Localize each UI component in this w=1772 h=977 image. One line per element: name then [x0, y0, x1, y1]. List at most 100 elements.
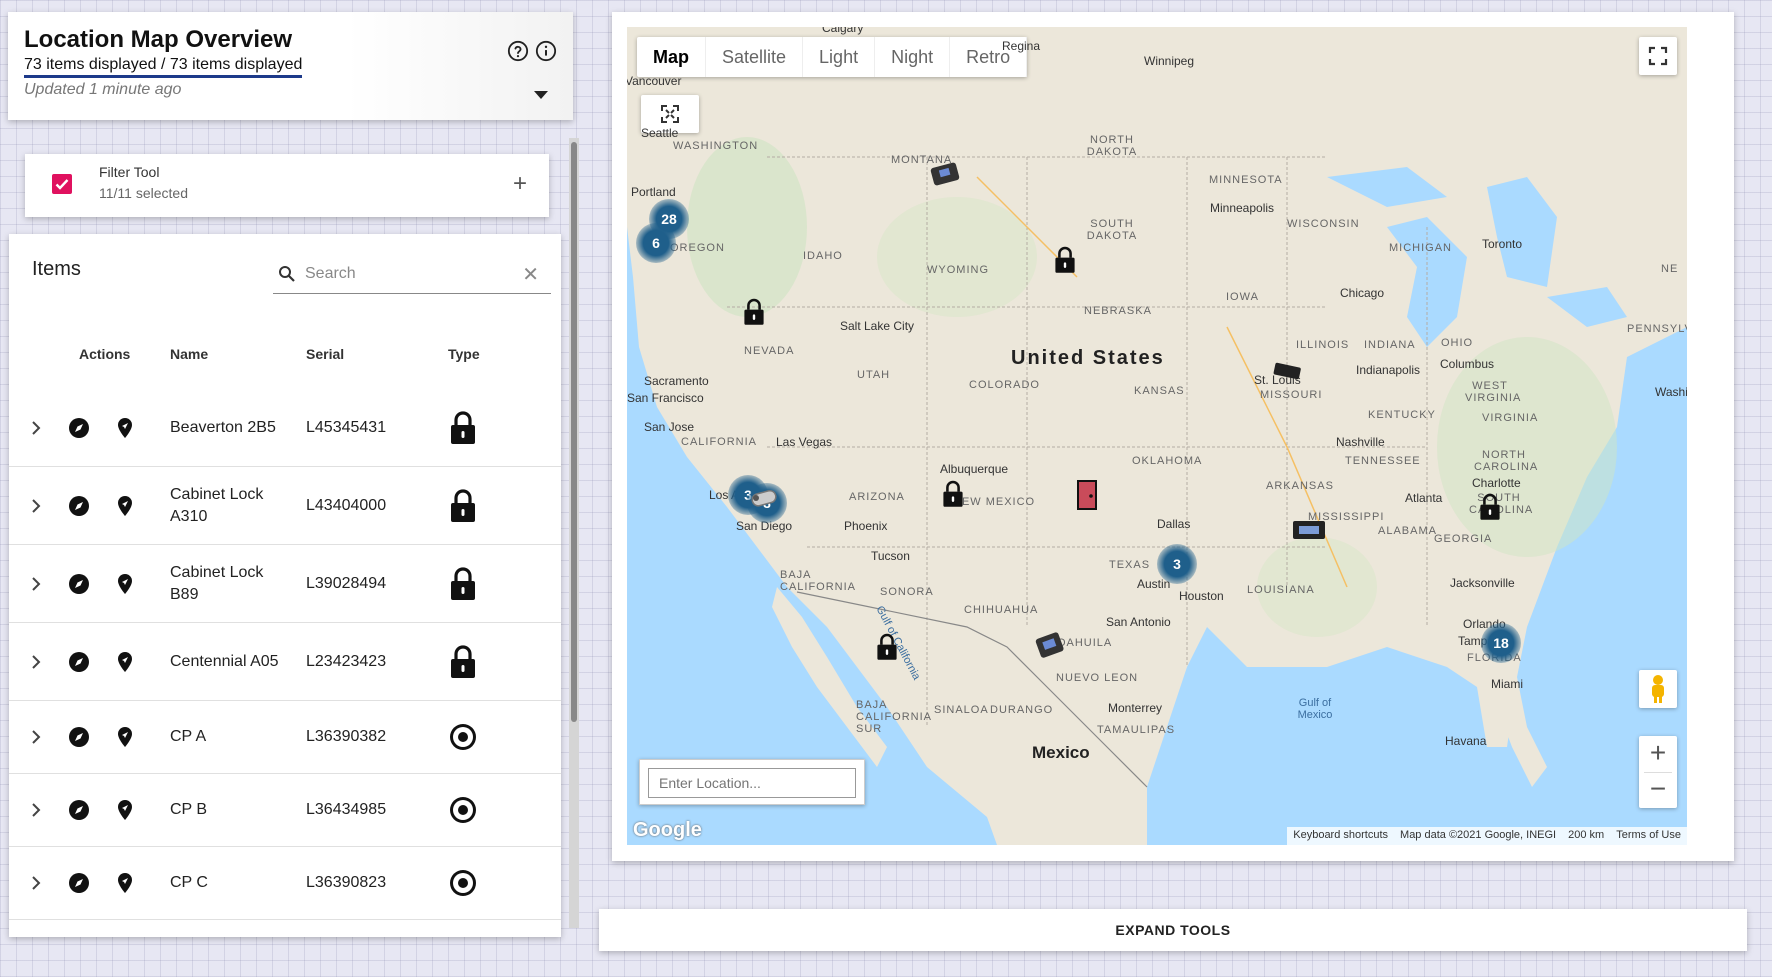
table-row[interactable]: Cabinet Lock B89 L39028494 [9, 545, 561, 623]
item-serial: L36390823 [306, 874, 387, 891]
map-label-state: OHIO [1441, 337, 1474, 349]
map-label-city: Havana [1445, 734, 1487, 748]
page-title: Location Map Overview [24, 26, 293, 53]
lock-icon[interactable] [742, 297, 766, 327]
compass-icon[interactable] [68, 651, 90, 673]
expand-icon [661, 105, 679, 123]
lock-icon[interactable] [1478, 492, 1502, 522]
location-pin-icon[interactable] [115, 726, 135, 748]
lock-icon[interactable] [941, 479, 965, 509]
keyboard-shortcuts-link[interactable]: Keyboard shortcuts [1293, 829, 1388, 843]
keypad-icon[interactable] [1034, 631, 1066, 661]
map-label-city: Dallas [1157, 517, 1191, 531]
map-label-state: TENNESSEE [1345, 455, 1421, 467]
table-row[interactable]: Cabinet Lock A310 L43404000 [9, 467, 561, 545]
header-icons [507, 40, 557, 62]
zoom-in-button[interactable]: + [1650, 736, 1666, 772]
chevron-right-icon[interactable] [29, 803, 43, 817]
fullscreen-button[interactable] [1639, 37, 1677, 75]
item-name: Cabinet Lock A310 [170, 485, 264, 525]
item-name: Centennial A05 [170, 652, 279, 670]
chevron-right-icon[interactable] [29, 654, 43, 669]
compass-icon[interactable] [68, 726, 90, 748]
map-type-night[interactable]: Night [875, 37, 951, 77]
search-icon [279, 265, 295, 282]
map-label-city: Minneapolis [1210, 201, 1275, 215]
map-cluster[interactable]: 18 [1481, 623, 1521, 663]
location-pin-icon[interactable] [115, 799, 135, 821]
filter-title: Filter Tool [99, 164, 160, 180]
chevron-right-icon[interactable] [29, 876, 43, 890]
map-cluster[interactable]: 3 [1157, 544, 1197, 584]
table-row[interactable]: Centennial A05 L23423423 [9, 623, 561, 701]
compass-icon[interactable] [68, 495, 90, 517]
clear-search-icon[interactable]: ✕ [522, 262, 539, 287]
map-label-state: MICHIGAN [1389, 242, 1452, 254]
location-pin-icon[interactable] [115, 573, 135, 595]
compass-icon[interactable] [68, 573, 90, 595]
map-scale[interactable]: 200 km [1568, 829, 1604, 843]
google-logo: Google [633, 819, 702, 841]
table-row[interactable]: CP A L36390382 [9, 701, 561, 774]
map-type-control: Map Satellite Light Night Retro [637, 37, 1028, 77]
help-icon[interactable] [507, 40, 529, 62]
table-row[interactable]: CP C L36390823 [9, 847, 561, 920]
controller-panel-icon[interactable] [1291, 518, 1327, 542]
map-type-satellite[interactable]: Satellite [706, 37, 804, 77]
search-input[interactable] [305, 264, 515, 283]
chevron-down-icon[interactable] [533, 90, 549, 100]
map-type-light[interactable]: Light [803, 37, 876, 77]
lock-icon [451, 410, 475, 444]
map-label-state: SOUTH DAKOTA [1086, 218, 1138, 242]
items-scrollbar[interactable] [569, 138, 579, 928]
map-type-map[interactable]: Map [637, 37, 706, 77]
info-icon[interactable] [535, 40, 557, 62]
location-pin-icon[interactable] [115, 417, 135, 439]
map-label-city: Portland [631, 185, 676, 199]
chevron-right-icon[interactable] [29, 420, 43, 435]
location-input[interactable] [648, 768, 856, 798]
item-name: CP C [170, 874, 208, 891]
chevron-right-icon[interactable] [29, 730, 43, 744]
card-reader-icon[interactable] [929, 160, 961, 188]
chevron-right-icon[interactable] [29, 498, 43, 513]
expand-tools-button[interactable]: EXPAND TOOLS [599, 909, 1747, 951]
street-view-button[interactable] [1639, 670, 1677, 708]
camera-icon[interactable] [749, 485, 781, 511]
location-pin-icon[interactable] [115, 872, 135, 894]
map-canvas[interactable]: Map Satellite Light Night Retro + − Unit… [627, 27, 1687, 845]
map-label-state: UTAH [857, 369, 891, 381]
table-row[interactable]: CP B L36434985 [9, 774, 561, 847]
map-label-city: Miami [1491, 677, 1523, 691]
door-icon[interactable] [1075, 479, 1099, 511]
map-card: Map Satellite Light Night Retro + − Unit… [612, 12, 1734, 861]
map-label-city: Salt Lake City [840, 319, 915, 333]
zoom-out-button[interactable]: − [1650, 773, 1666, 809]
map-label-city: Indianapolis [1356, 363, 1421, 377]
map-label-state: ARKANSAS [1266, 480, 1334, 492]
table-row[interactable]: Beaverton 2B5 L45345431 [9, 389, 561, 467]
lock-icon[interactable] [875, 632, 899, 662]
add-filter-icon[interactable]: + [513, 170, 527, 198]
compass-icon[interactable] [68, 799, 90, 821]
col-name[interactable]: Name [170, 346, 208, 362]
scrollbar-thumb[interactable] [571, 142, 577, 722]
hub-device-icon[interactable] [1271, 361, 1303, 383]
terms-link[interactable]: Terms of Use [1616, 829, 1681, 843]
col-serial[interactable]: Serial [306, 346, 344, 362]
map-label-city: Winnipeg [1144, 54, 1195, 68]
lock-icon [451, 566, 475, 600]
item-serial: L36390382 [306, 728, 387, 745]
lock-icon[interactable] [1053, 245, 1077, 275]
compass-icon[interactable] [68, 417, 90, 439]
col-type[interactable]: Type [448, 346, 480, 362]
map-cluster[interactable]: 6 [636, 223, 676, 263]
check-icon [55, 179, 69, 190]
chevron-right-icon[interactable] [29, 576, 43, 591]
map-label-city: Monterrey [1108, 701, 1163, 715]
location-pin-icon[interactable] [115, 651, 135, 673]
filter-checkbox[interactable] [52, 174, 72, 194]
map-label-city: Washin [1655, 385, 1687, 399]
compass-icon[interactable] [68, 872, 90, 894]
location-pin-icon[interactable] [115, 495, 135, 517]
